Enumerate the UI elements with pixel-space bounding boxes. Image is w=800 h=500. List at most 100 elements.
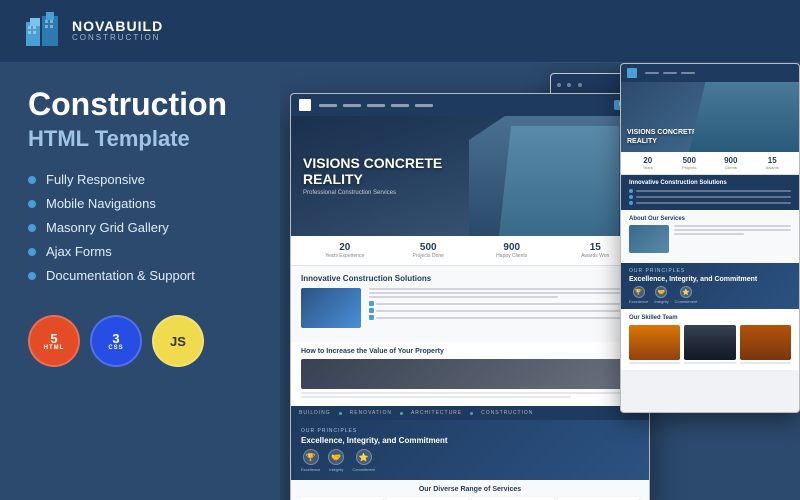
screen-main: Contact VISIONS CONCRETEREALITY Professi… <box>290 93 650 500</box>
blog-section: How to Increase the Value of Your Proper… <box>291 342 649 406</box>
worker-card <box>740 325 791 364</box>
stat-label: Projects Done <box>387 253 471 259</box>
stats-bar: 20 Years Experience 500 Projects Done 90… <box>291 236 649 266</box>
sr-stat-num: 900 <box>710 156 752 165</box>
dot-2 <box>567 83 571 87</box>
stat-projects: 500 Projects Done <box>387 242 471 259</box>
right-panel: About Us <box>280 63 800 500</box>
sr-stat: 500 Projects <box>669 156 711 170</box>
sr-stat-label: Awards <box>752 165 794 170</box>
text-line <box>369 288 639 290</box>
sr-excellence: Our Principles Excellence, Integrity, an… <box>621 263 799 309</box>
tech-badges: 5 HTML 3 CSS JS <box>28 315 252 367</box>
sr-innovation: Innovative Construction Solutions <box>621 175 799 210</box>
exc-icon-excellence: 🏆 <box>303 449 319 465</box>
list-item: Mobile Navigations <box>28 196 252 211</box>
sr-exc-circle: 🏆 <box>633 286 645 298</box>
worker-image <box>684 325 735 360</box>
services-section: Our Diverse Range of Services 🏗️ 🔨 🏠 <box>291 480 649 500</box>
header: NOVABUILD CONSTRUCTION <box>0 0 800 63</box>
worker-image <box>740 325 791 360</box>
hero-section: VISIONS CONCRETEREALITY Professional Con… <box>291 116 649 236</box>
sr-innov-items <box>629 189 791 205</box>
features-list: Fully Responsive Mobile Navigations Maso… <box>28 172 252 283</box>
sr-nav <box>645 72 695 74</box>
stat-num: 900 <box>470 242 554 253</box>
nav-links <box>319 104 433 107</box>
hero-title: VISIONS CONCRETEREALITY <box>303 156 637 187</box>
css-label: CSS <box>108 345 123 351</box>
sr-logo <box>627 68 637 78</box>
checklist <box>369 301 639 320</box>
check-icon <box>369 301 374 306</box>
sr-exc-icon: 🤝 Integrity <box>654 286 668 304</box>
banner-dot <box>470 412 473 415</box>
sr-exc-circle: 🤝 <box>655 286 667 298</box>
sr-text-line <box>674 233 744 235</box>
check-icon <box>369 308 374 313</box>
check-line <box>376 303 639 305</box>
stat-years: 20 Years Experience <box>303 242 387 259</box>
check-item <box>369 315 639 320</box>
sr-building <box>689 82 799 152</box>
sr-team-title: Our Skilled Team <box>629 315 791 321</box>
bullet-icon <box>28 176 36 184</box>
list-item: Documentation & Support <box>28 268 252 283</box>
bullet-icon <box>28 248 36 256</box>
bullet-icon <box>28 200 36 208</box>
innov-bullet <box>629 201 633 205</box>
main-nav: Contact <box>291 94 649 116</box>
sr-nav-link <box>645 72 659 74</box>
title-construction: Construction <box>28 87 252 122</box>
sr-exc-icon: 🏆 Excellence <box>629 286 648 304</box>
sr-innov-item <box>629 201 791 205</box>
sr-stats: 20 Years 500 Projects 900 Clients 15 Awa… <box>621 152 799 175</box>
banner-dot <box>339 412 342 415</box>
check-line <box>376 310 639 312</box>
nav-logo <box>299 99 311 111</box>
sr-header <box>621 64 799 82</box>
check-item <box>369 301 639 306</box>
js-num: JS <box>170 335 186 348</box>
exc-icon-label: Commitment <box>352 467 375 472</box>
sr-exc-label: Excellence <box>629 299 648 304</box>
stat-label: Years Experience <box>303 253 387 259</box>
hero-subtitle: Professional Construction Services <box>303 190 637 196</box>
innov-line <box>636 196 791 198</box>
js-badge: JS <box>152 315 204 367</box>
check-icon <box>369 315 374 320</box>
sr-stat: 900 Clients <box>710 156 752 170</box>
content-text <box>369 288 639 328</box>
blog-text-line <box>301 392 639 394</box>
html-num: 5 <box>50 332 57 345</box>
nav-link <box>367 104 385 107</box>
nav-link <box>319 104 337 107</box>
feature-label: Ajax Forms <box>46 244 112 259</box>
text-lines <box>369 288 639 298</box>
nav-link <box>343 104 361 107</box>
stat-num: 500 <box>387 242 471 253</box>
content-row <box>301 288 639 328</box>
sr-team: Our Skilled Team <box>621 309 799 370</box>
main-content: Construction HTML Template Fully Respons… <box>0 63 800 500</box>
sr-content-row <box>629 225 791 253</box>
excellence-section: Our Principles Excellence, Integrity, an… <box>291 420 649 480</box>
sr-innov-item <box>629 195 791 199</box>
nav-link <box>415 104 433 107</box>
worker-name <box>684 362 735 364</box>
html5-badge: 5 HTML <box>28 315 80 367</box>
innov-line <box>636 190 791 192</box>
list-item: Ajax Forms <box>28 244 252 259</box>
stat-label: Happy Clients <box>470 253 554 259</box>
banner-dot <box>400 412 403 415</box>
exc-icon-label: Integrity <box>329 467 343 472</box>
worker-card <box>629 325 680 364</box>
nav-link <box>391 104 409 107</box>
worker-name <box>629 362 680 364</box>
exc-title: Excellence, Integrity, and Commitment <box>301 436 639 445</box>
content-image <box>301 288 361 328</box>
sr-content-img <box>629 225 669 253</box>
sr-exc-icons: 🏆 Excellence 🤝 Integrity ⭐ Commitment <box>629 286 791 304</box>
services-title: Our Diverse Range of Services <box>301 486 639 493</box>
banner-text: RENOVATION <box>350 410 392 416</box>
